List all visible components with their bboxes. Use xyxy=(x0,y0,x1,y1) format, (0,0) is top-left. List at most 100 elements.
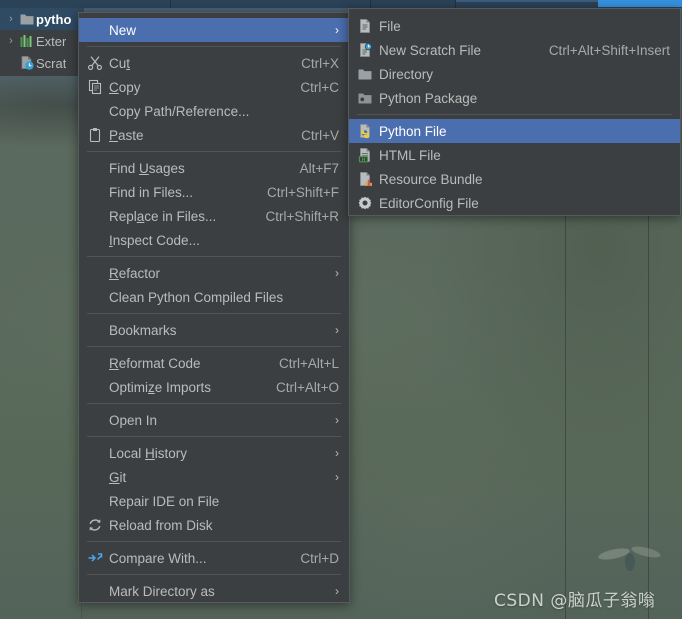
chevron-right-icon: › xyxy=(335,23,339,37)
clipboard-icon xyxy=(87,127,109,143)
chevron-right-icon: › xyxy=(335,584,339,598)
menu-item-mark-directory-as[interactable]: Mark Directory as › xyxy=(79,579,349,603)
menu-item-reload-from-disk[interactable]: Reload from Disk xyxy=(79,513,349,537)
menu-item-optimize-imports[interactable]: Optimize Imports Ctrl+Alt+O xyxy=(79,375,349,399)
sidebar-item-pytho[interactable]: › pytho xyxy=(0,8,84,30)
python-package-icon xyxy=(357,90,379,106)
new-submenu[interactable]: File New Scratch File Ctrl+Alt+Shift+Inser… xyxy=(348,8,681,216)
pycharm-screenshot: › pytho › Exter Scrat New › Cut Ctrl+X Copy Ctrl+… xyxy=(0,0,682,619)
menu-item-new[interactable]: New › xyxy=(79,18,349,42)
menu-separator xyxy=(87,436,341,437)
menu-item-shortcut: Ctrl+Alt+L xyxy=(278,355,339,371)
sidebar-item-label: Exter xyxy=(36,33,67,49)
compare-icon xyxy=(87,550,109,566)
submenu-item-python-file[interactable]: Python File xyxy=(349,119,680,143)
menu-item-label: Open In xyxy=(109,412,158,428)
chevron-right-icon: › xyxy=(335,413,339,427)
menu-item-shortcut: Alt+F7 xyxy=(299,160,339,176)
menu-item-label: EditorConfig File xyxy=(379,195,479,211)
chevron-right-icon: › xyxy=(335,470,339,484)
menu-item-compare-with[interactable]: Compare With... Ctrl+D xyxy=(79,546,349,570)
html-file-icon: H xyxy=(358,148,370,163)
csdn-watermark: CSDN @脑瓜子翁嗡 xyxy=(494,591,656,611)
scissors-icon xyxy=(87,56,102,70)
submenu-item-new-scratch-file[interactable]: New Scratch File Ctrl+Alt+Shift+Insert xyxy=(349,38,680,62)
menu-item-label: Compare With... xyxy=(109,550,207,566)
menu-item-label: Local History xyxy=(109,445,188,461)
menu-item-refactor[interactable]: Refactor › xyxy=(79,261,349,285)
menu-separator xyxy=(87,46,341,47)
menu-item-shortcut: Ctrl+C xyxy=(300,79,339,95)
menu-item-cut[interactable]: Cut Ctrl+X xyxy=(79,51,349,75)
toolbar-divider xyxy=(170,0,171,8)
submenu-item-resource-bundle[interactable]: Resource Bundle xyxy=(349,167,680,191)
submenu-item-file[interactable]: File xyxy=(349,14,680,38)
menu-item-open-in[interactable]: Open In › xyxy=(79,408,349,432)
menu-item-copy-path-reference[interactable]: Copy Path/Reference... xyxy=(79,99,349,123)
menu-item-shortcut: Ctrl+V xyxy=(301,127,339,143)
menu-item-shortcut: Ctrl+Alt+Shift+Insert xyxy=(548,42,670,58)
scratch-file-icon xyxy=(360,42,372,57)
sidebar-item-scrat[interactable]: Scrat xyxy=(0,52,84,74)
sidebar-item-label: Scrat xyxy=(36,55,67,71)
menu-item-label: File xyxy=(379,18,401,34)
menu-item-label: Directory xyxy=(379,66,434,82)
menu-item-copy[interactable]: Copy Ctrl+C xyxy=(79,75,349,99)
sidebar-item-exter[interactable]: › Exter xyxy=(0,30,84,52)
menu-item-label: Copy Path/Reference... xyxy=(109,103,250,119)
progress-accent-strip xyxy=(598,0,682,7)
menu-separator xyxy=(87,313,341,314)
menu-item-label: Resource Bundle xyxy=(379,171,483,187)
menu-item-label: Cut xyxy=(109,55,131,71)
menu-separator xyxy=(87,256,341,257)
editorconfig-icon xyxy=(358,196,372,210)
submenu-item-editorconfig-file[interactable]: EditorConfig File xyxy=(349,191,680,215)
chevron-right-icon[interactable]: › xyxy=(4,35,18,47)
submenu-item-python-package[interactable]: Python Package xyxy=(349,86,680,110)
menu-item-git[interactable]: Git › xyxy=(79,465,349,489)
menu-item-local-history[interactable]: Local History › xyxy=(79,441,349,465)
menu-item-label: Clean Python Compiled Files xyxy=(109,289,284,305)
menu-item-label: Replace in Files... xyxy=(109,208,217,224)
scissors-icon xyxy=(87,55,109,71)
external-libraries-icon xyxy=(18,33,36,49)
clipboard-icon xyxy=(89,128,101,143)
compare-icon xyxy=(88,553,103,562)
submenu-item-html-file[interactable]: H HTML File xyxy=(349,143,680,167)
menu-item-label: Optimize Imports xyxy=(109,379,212,395)
menu-separator xyxy=(87,574,341,575)
menu-item-repair-ide-on-file[interactable]: Repair IDE on File xyxy=(79,489,349,513)
menu-item-label: Repair IDE on File xyxy=(109,493,220,509)
menu-item-label: Bookmarks xyxy=(109,322,177,338)
menu-item-label: Copy xyxy=(109,79,141,95)
html-file-icon: H xyxy=(357,147,379,163)
menu-separator xyxy=(87,151,341,152)
menu-item-label: New xyxy=(109,22,137,38)
menu-item-label: Python File xyxy=(379,123,447,139)
menu-item-reformat-code[interactable]: Reformat Code Ctrl+Alt+L xyxy=(79,351,349,375)
menu-item-label: Inspect Code... xyxy=(109,232,200,248)
copy-icon xyxy=(88,79,102,95)
menu-item-clean-python-compiled-files[interactable]: Clean Python Compiled Files xyxy=(79,285,349,309)
chevron-right-icon: › xyxy=(335,266,339,280)
submenu-item-directory[interactable]: Directory xyxy=(349,62,680,86)
toolbar-accent-strip xyxy=(455,0,598,2)
menu-item-find-in-files[interactable]: Find in Files... Ctrl+Shift+F xyxy=(79,180,349,204)
python-package-icon xyxy=(358,93,372,104)
folder-icon xyxy=(357,66,379,82)
menu-item-label: Git xyxy=(109,469,127,485)
menu-item-shortcut: Ctrl+X xyxy=(301,55,339,71)
project-tool-window[interactable]: › pytho › Exter Scrat xyxy=(0,8,84,76)
menu-item-label: Paste xyxy=(109,127,144,143)
menu-item-paste[interactable]: Paste Ctrl+V xyxy=(79,123,349,147)
scratches-icon xyxy=(18,55,36,71)
chevron-right-icon[interactable]: › xyxy=(4,13,18,25)
menu-item-find-usages[interactable]: Find Usages Alt+F7 xyxy=(79,156,349,180)
reload-icon xyxy=(89,519,101,531)
python-file-icon xyxy=(357,123,379,139)
project-context-menu[interactable]: New › Cut Ctrl+X Copy Ctrl+C Copy Path/Referen… xyxy=(78,12,350,603)
menu-item-inspect-code[interactable]: Inspect Code... xyxy=(79,228,349,252)
menu-item-replace-in-files[interactable]: Replace in Files... Ctrl+Shift+R xyxy=(79,204,349,228)
folder-icon xyxy=(20,14,34,25)
menu-item-bookmarks[interactable]: Bookmarks › xyxy=(79,318,349,342)
